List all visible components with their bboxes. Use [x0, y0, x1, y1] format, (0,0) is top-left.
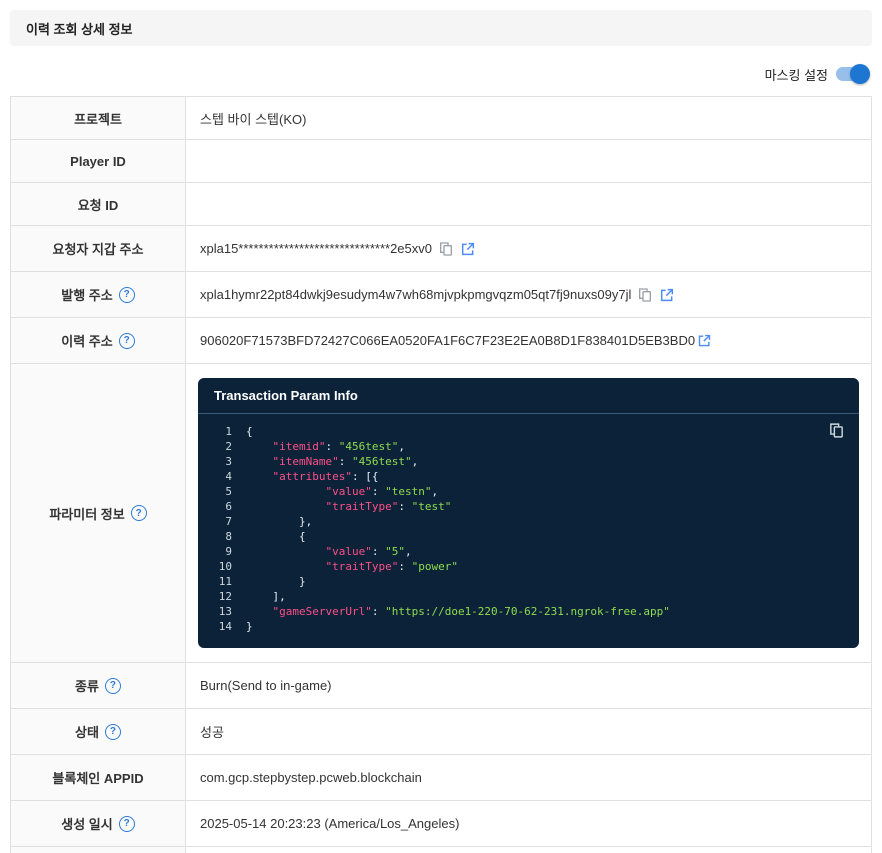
detail-table: 프로젝트 스텝 바이 스텝(KO) Player ID 요청 ID 요청자 지갑… — [10, 96, 872, 853]
help-icon[interactable] — [131, 505, 147, 521]
created-at-label: 생성 일시 — [61, 814, 112, 833]
issue-address-value: xpla1hymr22pt84dwkj9esudym4w7wh68mjvpkpm… — [200, 287, 631, 302]
type-value: Burn(Send to in-game) — [200, 678, 332, 693]
masking-setting-row: 마스킹 설정 — [10, 62, 870, 86]
help-icon[interactable] — [119, 287, 135, 303]
issue-address-label: 발행 주소 — [61, 285, 112, 304]
table-row-requester-wallet: 요청자 지갑 주소 xpla15************************… — [11, 226, 871, 272]
project-label: 프로젝트 — [74, 109, 122, 128]
masking-setting-label: 마스킹 설정 — [765, 65, 828, 84]
blockchain-appid-value: com.gcp.stepbystep.pcweb.blockchain — [200, 770, 422, 785]
table-row-request-id: 요청 ID — [11, 183, 871, 226]
history-address-value: 906020F71573BFD72427C066EA0520FA1F6C7F23… — [200, 333, 695, 348]
page-title: 이력 조회 상세 정보 — [26, 19, 133, 38]
table-row-status: 상태 성공 — [11, 709, 871, 755]
table-row-blockchain-appid: 블록체인 APPID com.gcp.stepbystep.pcweb.bloc… — [11, 755, 871, 801]
created-at-value: 2025-05-14 20:23:23 (America/Los_Angeles… — [200, 816, 459, 831]
player-id-label: Player ID — [70, 154, 126, 169]
status-label: 상태 — [75, 722, 99, 741]
table-row-updated-at: 업데이트 일시 2025-05-14 20:23:51 (America/Los… — [11, 847, 871, 853]
transaction-param-code-block: Transaction Param Info 1{2 "itemid": "45… — [198, 378, 859, 648]
status-value: 성공 — [200, 722, 224, 741]
external-link-icon[interactable] — [659, 287, 675, 303]
history-detail-page: 이력 조회 상세 정보 마스킹 설정 프로젝트 스텝 바이 스텝(KO) Pla… — [0, 0, 882, 853]
copy-icon[interactable] — [438, 241, 454, 257]
copy-icon[interactable] — [637, 287, 653, 303]
help-icon[interactable] — [105, 678, 121, 694]
help-icon[interactable] — [105, 724, 121, 740]
requester-wallet-value: xpla15******************************2e5x… — [200, 241, 432, 256]
code-lines: 1{2 "itemid": "456test",3 "itemName": "4… — [210, 424, 843, 634]
table-row-type: 종류 Burn(Send to in-game) — [11, 663, 871, 709]
requester-wallet-label: 요청자 지갑 주소 — [53, 239, 144, 258]
project-value: 스텝 바이 스텝(KO) — [200, 109, 306, 128]
history-address-label: 이력 주소 — [61, 331, 112, 350]
table-row-param-info: 파라미터 정보 Transaction Param Info 1{2 "item… — [11, 364, 871, 663]
table-row-created-at: 생성 일시 2025-05-14 20:23:23 (America/Los_A… — [11, 801, 871, 847]
masking-toggle[interactable] — [836, 64, 870, 84]
toggle-thumb — [850, 64, 870, 84]
code-copy-icon[interactable] — [828, 422, 845, 439]
page-title-bar: 이력 조회 상세 정보 — [10, 10, 872, 46]
table-row-issue-address: 발행 주소 xpla1hymr22pt84dwkj9esudym4w7wh68m… — [11, 272, 871, 318]
external-link-icon[interactable] — [460, 241, 476, 257]
external-link-icon[interactable] — [697, 333, 712, 348]
table-row-player-id: Player ID — [11, 140, 871, 183]
help-icon[interactable] — [119, 816, 135, 832]
help-icon[interactable] — [119, 333, 135, 349]
type-label: 종류 — [75, 676, 99, 695]
blockchain-appid-label: 블록체인 APPID — [52, 768, 143, 787]
param-info-label: 파라미터 정보 — [49, 504, 124, 523]
table-row-history-address: 이력 주소 906020F71573BFD72427C066EA0520FA1F… — [11, 318, 871, 364]
code-block-title: Transaction Param Info — [198, 378, 859, 414]
request-id-label: 요청 ID — [78, 195, 119, 214]
table-row-project: 프로젝트 스텝 바이 스텝(KO) — [11, 97, 871, 140]
